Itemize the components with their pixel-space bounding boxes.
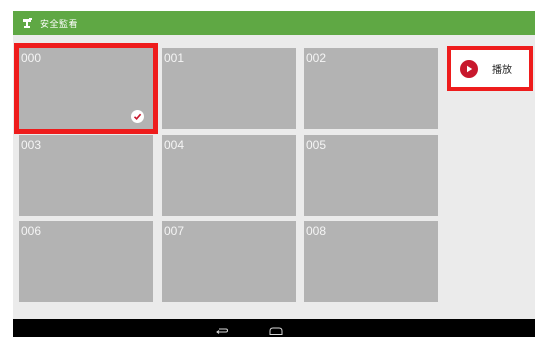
device-screen: 安全監看 000 001 002 003 004 005 006 007 008…: [13, 11, 535, 337]
camera-icon: [22, 17, 34, 29]
camera-tile-003[interactable]: 003: [19, 135, 153, 216]
app-header: 安全監看: [13, 11, 535, 35]
camera-grid: 000 001 002 003 004 005 006 007 008: [14, 43, 439, 304]
camera-tile-002[interactable]: 002: [304, 48, 438, 129]
camera-tile-label: 007: [164, 224, 185, 238]
app-title: 安全監看: [40, 19, 79, 30]
camera-tile-label: 000: [21, 51, 42, 65]
camera-tile-label: 004: [164, 138, 185, 152]
camera-tile-000[interactable]: 000: [14, 43, 158, 134]
home-icon[interactable]: [268, 322, 284, 335]
camera-tile-008[interactable]: 008: [304, 221, 438, 302]
camera-tile-006[interactable]: 006: [19, 221, 153, 302]
system-nav-bar: [13, 319, 535, 337]
camera-tile-label: 001: [164, 51, 185, 65]
camera-tile-label: 005: [306, 138, 327, 152]
camera-tile-label: 003: [21, 138, 42, 152]
camera-tile-005[interactable]: 005: [304, 135, 438, 216]
camera-tile-label: 008: [306, 224, 327, 238]
camera-tile-004[interactable]: 004: [162, 135, 296, 216]
back-arrow-icon[interactable]: [215, 322, 229, 334]
camera-tile-001[interactable]: 001: [162, 48, 296, 129]
camera-tile-label: 006: [21, 224, 42, 238]
side-panel: 播放: [447, 44, 535, 124]
play-button[interactable]: 播放: [447, 46, 533, 91]
camera-tile-label: 002: [306, 51, 327, 65]
check-icon: [131, 110, 144, 123]
play-button-label: 播放: [492, 65, 512, 76]
camera-tile-007[interactable]: 007: [162, 221, 296, 302]
play-circle-icon: [460, 59, 478, 78]
